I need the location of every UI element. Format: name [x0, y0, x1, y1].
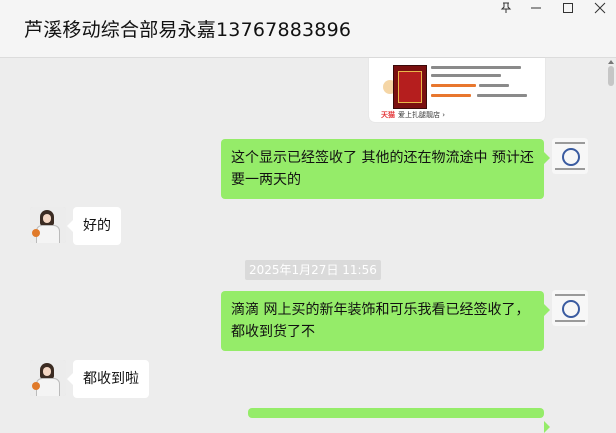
product-card[interactable]: 天猫 爱上扎腿靓店 › [369, 58, 545, 122]
self-avatar[interactable] [552, 138, 588, 174]
store-line[interactable]: 天猫 爱上扎腿靓店 › [381, 110, 445, 120]
message-bubble-contact[interactable]: 都收到啦 [67, 360, 149, 398]
self-avatar[interactable] [552, 290, 588, 326]
title-bar: 芦溪移动综合部易永嘉13767883896 [0, 0, 616, 58]
minimize-icon[interactable] [524, 2, 548, 20]
chat-title: 芦溪移动综合部易永嘉13767883896 [24, 19, 352, 41]
scroll-thumb[interactable] [608, 66, 614, 86]
scrollbar[interactable] [606, 58, 616, 412]
timestamp: 2025年1月27日 11:56 [245, 260, 381, 280]
product-thumbnail [393, 65, 427, 109]
message-bubble-self-partial[interactable] [248, 408, 550, 433]
store-name: 爱上扎腿靓店 › [398, 111, 446, 119]
tmall-tag: 天猫 [381, 111, 395, 119]
message-bubble-self[interactable]: 这个显示已经签收了 其他的还在物流途中 预计还要一两天的 [221, 139, 550, 199]
scroll-up-icon[interactable] [608, 60, 614, 64]
pin-icon[interactable] [494, 2, 518, 20]
maximize-icon[interactable] [556, 2, 580, 20]
close-icon[interactable] [588, 2, 612, 20]
contact-avatar[interactable] [30, 360, 66, 396]
contact-avatar[interactable] [30, 207, 66, 243]
message-bubble-self[interactable]: 滴滴 网上买的新年装饰和可乐我看已经签收了，都收到货了不 [221, 291, 550, 351]
message-bubble-contact[interactable]: 好的 [67, 207, 121, 245]
